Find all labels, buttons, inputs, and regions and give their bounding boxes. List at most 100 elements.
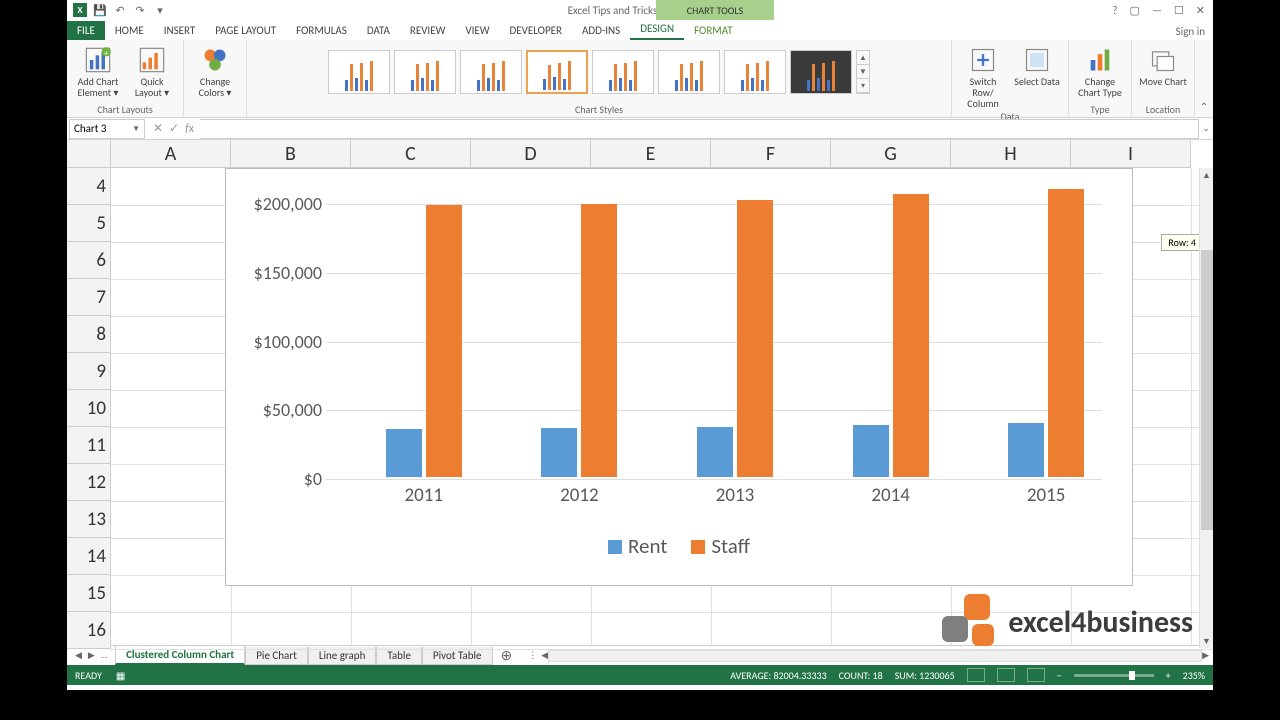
zoom-slider[interactable] (1074, 674, 1154, 677)
help-icon[interactable]: ? (1112, 4, 1117, 17)
name-box-dropdown-icon[interactable]: ▼ (132, 124, 140, 134)
scroll-thumb[interactable] (1201, 250, 1213, 530)
formula-input[interactable] (200, 119, 1199, 139)
tab-data[interactable]: DATA (357, 21, 400, 40)
style-gallery-scroll[interactable]: ▲▼▾ (856, 50, 870, 94)
select-data-button[interactable]: Select Data (1012, 46, 1062, 87)
scroll-down-icon[interactable]: ▼ (1200, 634, 1213, 648)
switch-row-column-button[interactable]: Switch Row/ Column (958, 46, 1008, 109)
sheet-nav-prev-icon[interactable]: ◀ (75, 650, 82, 661)
close-icon[interactable]: ✕ (1196, 4, 1205, 17)
view-page-layout-icon[interactable] (997, 668, 1015, 682)
chart-style-1[interactable] (328, 50, 390, 94)
col-header-A[interactable]: A (111, 140, 231, 168)
bar-staff[interactable] (1048, 189, 1084, 477)
col-header-D[interactable]: D (471, 140, 591, 168)
formula-bar-expand-icon[interactable]: ⌄ (1199, 123, 1213, 134)
row-header-5[interactable]: 5 (67, 205, 111, 242)
select-all-corner[interactable] (67, 140, 111, 168)
tab-design[interactable]: DESIGN (630, 19, 684, 40)
y-tick: $200,000 (254, 193, 322, 215)
row-header-8[interactable]: 8 (67, 316, 111, 353)
horizontal-scrollbar[interactable]: ⋮ ◀ ▶ (520, 650, 1213, 662)
row-header-12[interactable]: 12 (67, 464, 111, 501)
row-header-4[interactable]: 4 (67, 168, 111, 205)
row-header-6[interactable]: 6 (67, 242, 111, 279)
view-page-break-icon[interactable] (1027, 668, 1045, 682)
enter-icon[interactable]: ✓ (169, 121, 179, 136)
chart-style-6[interactable] (658, 50, 720, 94)
chart-style-8[interactable] (790, 50, 852, 94)
change-chart-type-button[interactable]: Change Chart Type (1075, 46, 1125, 98)
tab-review[interactable]: REVIEW (400, 21, 456, 40)
title-bar: X 💾 ↶ ↷ ▾ Excel Tips and Tricks Final - … (67, 0, 1213, 20)
undo-icon[interactable]: ↶ (113, 3, 127, 17)
change-colors-button[interactable]: Change Colors ▾ (190, 46, 240, 98)
bar-rent[interactable] (386, 429, 422, 477)
row-header-16[interactable]: 16 (67, 612, 111, 649)
row-header-13[interactable]: 13 (67, 501, 111, 538)
row-header-7[interactable]: 7 (67, 279, 111, 316)
col-header-B[interactable]: B (231, 140, 351, 168)
col-header-E[interactable]: E (591, 140, 711, 168)
zoom-out-icon[interactable]: − (1057, 669, 1062, 682)
bar-rent[interactable] (1008, 423, 1044, 477)
zoom-level[interactable]: 235% (1183, 669, 1205, 682)
minimize-icon[interactable]: — (1152, 4, 1162, 17)
status-ready: READY (75, 669, 102, 682)
row-header-10[interactable]: 10 (67, 390, 111, 427)
save-icon[interactable]: 💾 (93, 3, 107, 17)
row-header-11[interactable]: 11 (67, 427, 111, 464)
chart-styles-gallery[interactable]: ▲▼▾ (324, 46, 874, 98)
bar-rent[interactable] (697, 427, 733, 477)
ribbon-display-icon[interactable]: ▢ (1130, 4, 1140, 17)
fx-icon[interactable]: fx (185, 122, 194, 136)
chart-style-7[interactable] (724, 50, 786, 94)
bar-staff[interactable] (893, 194, 929, 477)
tab-view[interactable]: VIEW (455, 21, 499, 40)
macro-record-icon[interactable]: ▦ (116, 669, 125, 682)
chart-style-5[interactable] (592, 50, 654, 94)
collapse-ribbon-icon[interactable]: ⌃ (1195, 40, 1213, 117)
bar-staff[interactable] (426, 205, 462, 477)
col-header-H[interactable]: H (951, 140, 1071, 168)
tab-addins[interactable]: ADD-INS (572, 21, 630, 40)
name-box[interactable]: Chart 3 ▼ (69, 119, 145, 139)
bar-staff[interactable] (737, 200, 773, 477)
sign-in-link[interactable]: Sign in (1168, 23, 1213, 40)
sheet-nav-more-icon[interactable]: … (101, 650, 107, 661)
tab-insert[interactable]: INSERT (154, 21, 206, 40)
row-header-15[interactable]: 15 (67, 575, 111, 612)
col-header-F[interactable]: F (711, 140, 831, 168)
zoom-in-icon[interactable]: + (1166, 669, 1171, 682)
cancel-icon[interactable]: ✕ (153, 121, 163, 136)
view-normal-icon[interactable] (967, 668, 985, 682)
row-header-14[interactable]: 14 (67, 538, 111, 575)
maximize-icon[interactable]: ☐ (1174, 4, 1184, 17)
move-chart-button[interactable]: Move Chart (1138, 46, 1188, 87)
tab-file[interactable]: FILE (67, 21, 105, 40)
scroll-up-icon[interactable]: ▲ (1200, 168, 1213, 182)
col-header-C[interactable]: C (351, 140, 471, 168)
redo-icon[interactable]: ↷ (133, 3, 147, 17)
chart-style-2[interactable] (394, 50, 456, 94)
tab-page-layout[interactable]: PAGE LAYOUT (205, 21, 286, 40)
quick-layout-button[interactable]: Quick Layout ▾ (127, 46, 177, 98)
vertical-scrollbar[interactable]: ▲ ▼ (1199, 168, 1213, 648)
chart-style-4-selected[interactable] (526, 50, 588, 94)
bar-staff[interactable] (581, 204, 617, 477)
col-header-I[interactable]: I (1071, 140, 1191, 168)
qat-dropdown-icon[interactable]: ▾ (153, 3, 167, 17)
embedded-chart[interactable]: Rent Staff $0$50,000$100,000$150,000$200… (225, 168, 1133, 586)
col-header-G[interactable]: G (831, 140, 951, 168)
row-header-9[interactable]: 9 (67, 353, 111, 390)
bar-rent[interactable] (853, 425, 889, 477)
tab-developer[interactable]: DEVELOPER (500, 21, 572, 40)
tab-formulas[interactable]: FORMULAS (286, 21, 357, 40)
add-chart-element-button[interactable]: + Add Chart Element ▾ (73, 46, 123, 98)
bar-rent[interactable] (541, 428, 577, 477)
sheet-nav-next-icon[interactable]: ▶ (88, 650, 95, 661)
tab-format[interactable]: FORMAT (684, 21, 742, 40)
chart-style-3[interactable] (460, 50, 522, 94)
tab-home[interactable]: HOME (105, 21, 154, 40)
